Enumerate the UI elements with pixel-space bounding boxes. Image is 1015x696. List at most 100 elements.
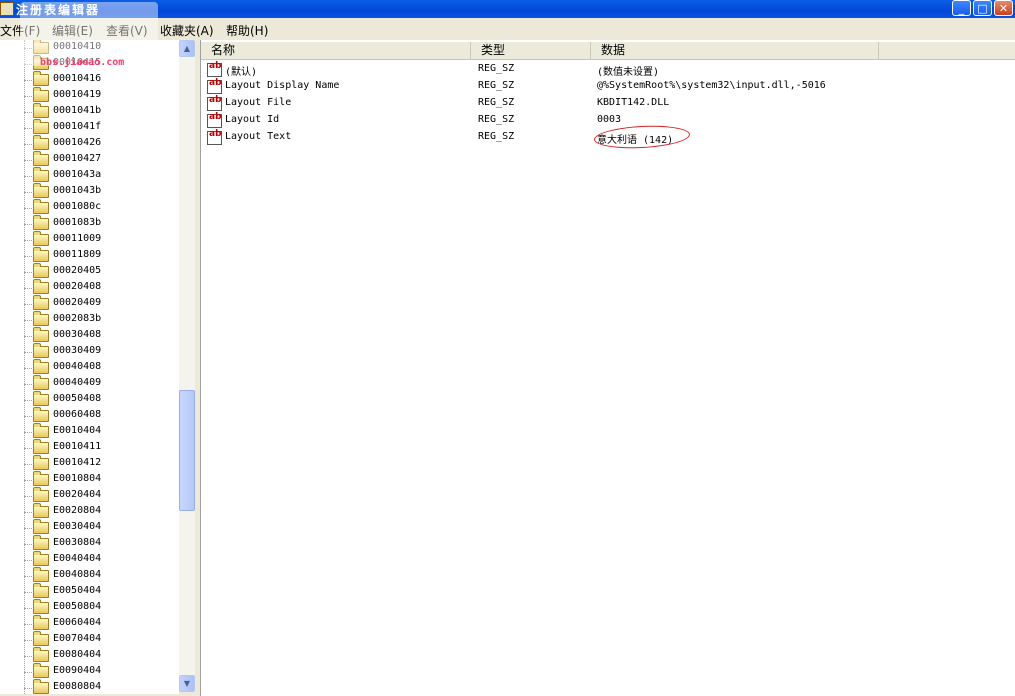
tree-item[interactable]: 0001080c [24,199,174,216]
folder-icon [33,279,49,294]
tree-connector [24,176,32,177]
tree-connector [24,576,32,577]
folder-icon [33,119,49,134]
tree-item-label: 00040409 [53,377,102,388]
list-row[interactable]: Layout Display Name REG_SZ @%SystemRoot%… [201,78,1015,96]
tree-item[interactable]: 00020408 [24,279,174,296]
tree-item[interactable]: E0080404 [24,647,174,664]
value-name: Layout File [225,97,292,108]
value-type: REG_SZ [478,97,515,108]
list-row[interactable]: (默认) REG_SZ (数值未设置) [201,61,1015,79]
tree-item[interactable]: E0030404 [24,519,174,536]
tree-item[interactable]: 0001043b [24,183,174,200]
column-header-name[interactable]: 名称 [201,42,471,59]
menu-favorites[interactable]: 收藏夹(A) [160,22,214,39]
folder-icon [33,103,49,118]
tree-item[interactable]: E0090404 [24,663,174,680]
value-name: (默认) [225,67,258,78]
tree-item[interactable]: E0080804 [24,679,174,694]
tree-item-label: 00010426 [53,137,102,148]
scroll-thumb[interactable] [179,390,195,511]
tree-item[interactable]: 00040409 [24,375,174,392]
tree-item[interactable]: 00020405 [24,263,174,280]
column-header-type[interactable]: 类型 [471,42,591,59]
value-type: REG_SZ [478,80,515,91]
registry-key-tree[interactable]: 00010410 00010415 00010416 00010419 0001041b… [0,40,179,694]
tree-item[interactable]: E0030804 [24,535,174,552]
folder-icon [33,375,49,390]
tree-item[interactable]: 0001083b [24,215,174,232]
tree-connector [24,80,32,81]
tree-item[interactable]: E0010804 [24,471,174,488]
folder-icon [33,567,49,582]
folder-icon [33,455,49,470]
tree-item[interactable]: 0002083b [24,311,174,328]
tree-item-label: 0001083b [53,217,102,228]
tree-item-label: E0010804 [53,473,102,484]
tree-connector [24,224,32,225]
regedit-app-icon[interactable] [0,2,14,16]
tree-item[interactable]: 0001043a [24,167,174,184]
maximize-button[interactable]: □ [973,0,992,16]
tree-item[interactable]: 00010426 [24,135,174,152]
tree-connector [24,480,32,481]
tree-item[interactable]: 00011009 [24,231,174,248]
tree-item[interactable]: 00020409 [24,295,174,312]
tree-item[interactable]: E0040404 [24,551,174,568]
minimize-button[interactable]: _ [952,0,971,16]
folder-icon [33,295,49,310]
tree-item[interactable]: E0050804 [24,599,174,616]
tree-item[interactable]: 00010416 [24,71,174,88]
folder-icon [33,503,49,518]
folder-icon [33,551,49,566]
folder-icon [33,407,49,422]
tree-item[interactable]: 00050408 [24,391,174,408]
tree-item[interactable]: 00030408 [24,327,174,344]
scroll-up-arrow-icon[interactable]: ▲ [179,40,195,57]
value-data: @%SystemRoot%\system32\input.dll,-5016 [597,80,826,91]
folder-icon [33,327,49,342]
tree-item[interactable]: 0001041b [24,103,174,120]
tree-item-label: 00011009 [53,233,102,244]
tree-item[interactable]: 00010427 [24,151,174,168]
tree-item-label: 00011809 [53,249,102,260]
column-header-data[interactable]: 数据 [591,42,879,59]
string-value-icon [207,112,222,128]
list-row[interactable]: Layout File REG_SZ KBDIT142.DLL [201,95,1015,113]
list-row[interactable]: Layout Id REG_SZ 0003 [201,112,1015,130]
folder-icon [33,615,49,630]
tree-item[interactable]: E0060404 [24,615,174,632]
tree-item[interactable]: 00030409 [24,343,174,360]
folder-icon [33,87,49,102]
tree-item[interactable]: 00011809 [24,247,174,264]
tree-item[interactable]: E0010404 [24,423,174,440]
tree-item-label: 00010427 [53,153,102,164]
tree-item[interactable]: E0020404 [24,487,174,504]
folder-icon [33,583,49,598]
tree-item[interactable]: 00040408 [24,359,174,376]
tree-item[interactable]: 00060408 [24,407,174,424]
scroll-down-arrow-icon[interactable]: ▼ [179,675,195,692]
tree-connector [24,624,32,625]
folder-icon [33,343,49,358]
tree-item[interactable]: E0010412 [24,455,174,472]
tree-item[interactable]: E0050404 [24,583,174,600]
tree-item-label: 0001080c [53,201,102,212]
tree-item[interactable]: E0010411 [24,439,174,456]
folder-icon [33,391,49,406]
close-button[interactable]: ✕ [994,0,1013,16]
values-list[interactable]: 名称 类型 数据 (默认) REG_SZ (数值未设置) Layout Disp… [201,40,1015,696]
value-data: KBDIT142.DLL [597,97,670,108]
tree-item[interactable]: 0001041f [24,119,174,136]
tree-item[interactable]: 00010419 [24,87,174,104]
tree-item[interactable]: E0040804 [24,567,174,584]
folder-icon [33,215,49,230]
tree-connector [24,512,32,513]
tree-item[interactable]: E0070404 [24,631,174,648]
menu-help[interactable]: 帮助(H) [226,22,268,39]
tree-item[interactable]: E0020804 [24,503,174,520]
folder-icon [33,151,49,166]
tree-vertical-scrollbar[interactable]: ▲ ▼ [179,40,195,692]
tree-connector [24,336,32,337]
tree-connector [24,416,32,417]
